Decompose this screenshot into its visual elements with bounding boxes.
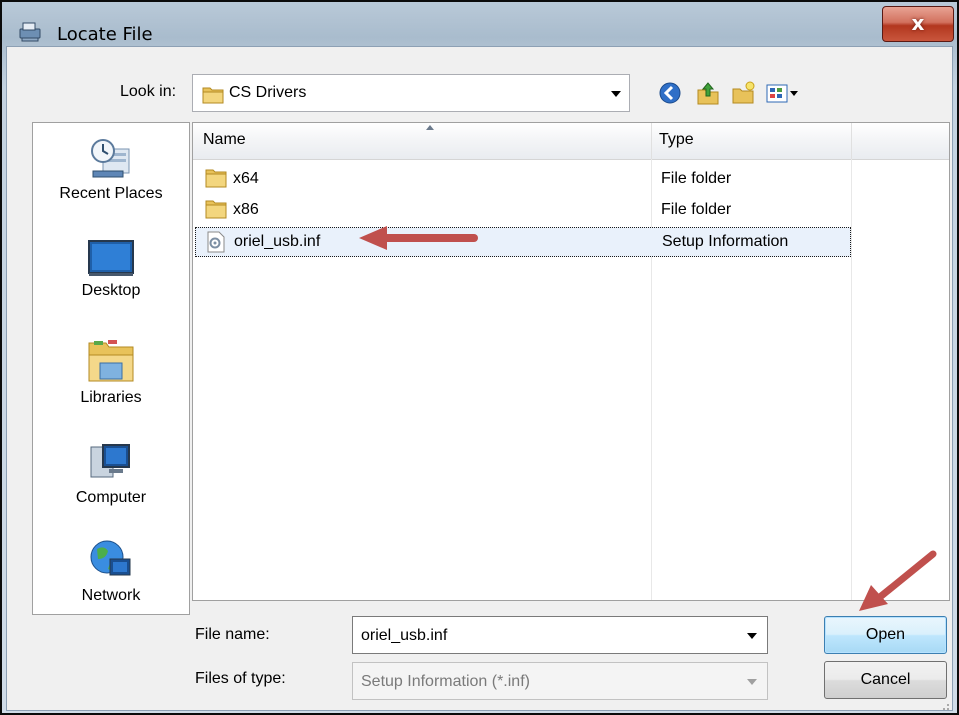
chevron-down-icon[interactable] <box>611 91 621 97</box>
place-recent-places[interactable]: Recent Places <box>33 137 189 203</box>
desktop-icon <box>88 240 134 276</box>
file-list[interactable]: Name Type x64 File folder x86 File folde… <box>192 122 950 601</box>
file-type-value: Setup Information (*.inf) <box>361 673 530 690</box>
file-name-value: oriel_usb.inf <box>361 627 448 644</box>
place-desktop[interactable]: Desktop <box>33 238 189 300</box>
locate-file-icon <box>19 22 41 42</box>
column-divider[interactable] <box>651 123 652 159</box>
place-label: Libraries <box>80 389 142 406</box>
look-in-dropdown[interactable]: CS Drivers <box>192 74 630 112</box>
libraries-icon <box>88 340 134 382</box>
new-folder-icon[interactable] <box>730 80 756 106</box>
window-title: Locate File <box>57 24 153 45</box>
cancel-button[interactable]: Cancel <box>824 661 947 699</box>
resize-grip-icon[interactable] <box>937 702 951 712</box>
look-in-label: Look in: <box>120 83 177 100</box>
file-name: x86 <box>233 201 259 218</box>
network-icon <box>90 540 131 576</box>
file-type: File folder <box>661 201 732 218</box>
chevron-down-icon <box>747 679 757 685</box>
folder-icon <box>202 87 224 104</box>
file-type-dropdown: Setup Information (*.inf) <box>352 662 768 700</box>
look-in-value: CS Drivers <box>229 84 307 101</box>
file-row-oriel-usb-inf[interactable]: oriel_usb.inf Setup Information <box>195 227 851 257</box>
column-divider[interactable] <box>851 123 852 159</box>
column-header-name[interactable]: Name <box>203 131 246 149</box>
dialog-window: Locate File x Look in: CS Drivers Recent… <box>0 0 959 715</box>
place-label: Network <box>81 587 141 604</box>
close-icon: x <box>911 11 925 35</box>
place-computer[interactable]: Computer <box>33 441 189 507</box>
folder-icon <box>205 200 227 219</box>
file-name: oriel_usb.inf <box>234 233 321 250</box>
column-line <box>851 159 852 600</box>
place-label: Recent Places <box>59 185 163 202</box>
file-name: x64 <box>233 170 259 187</box>
file-type: File folder <box>661 170 732 187</box>
file-row-x64[interactable]: x64 File folder <box>195 165 851 195</box>
back-icon[interactable] <box>657 80 683 106</box>
place-network[interactable]: Network <box>33 537 189 605</box>
file-list-header: Name Type <box>193 123 949 160</box>
folder-icon <box>205 169 227 188</box>
close-button[interactable]: x <box>882 6 954 42</box>
place-libraries[interactable]: Libraries <box>33 337 189 407</box>
file-name-input[interactable]: oriel_usb.inf <box>352 616 768 654</box>
chevron-down-icon[interactable] <box>747 633 757 639</box>
setup-file-icon <box>207 231 225 253</box>
place-label: Desktop <box>81 282 141 299</box>
recent-places-icon <box>91 139 130 178</box>
open-button[interactable]: Open <box>824 616 947 654</box>
view-menu-icon[interactable] <box>765 80 801 106</box>
place-label: Computer <box>75 489 147 506</box>
file-name-label: File name: <box>195 626 270 643</box>
file-row-x86[interactable]: x86 File folder <box>195 196 851 226</box>
column-header-type[interactable]: Type <box>659 131 694 149</box>
computer-icon <box>90 444 130 478</box>
title-bar[interactable]: Locate File x <box>2 2 957 46</box>
file-type: Setup Information <box>662 233 789 250</box>
sort-ascending-icon <box>426 125 434 130</box>
file-type-label: Files of type: <box>195 670 286 687</box>
places-bar: Recent Places Desktop Libraries Computer… <box>32 122 190 615</box>
up-folder-icon[interactable] <box>695 80 721 106</box>
